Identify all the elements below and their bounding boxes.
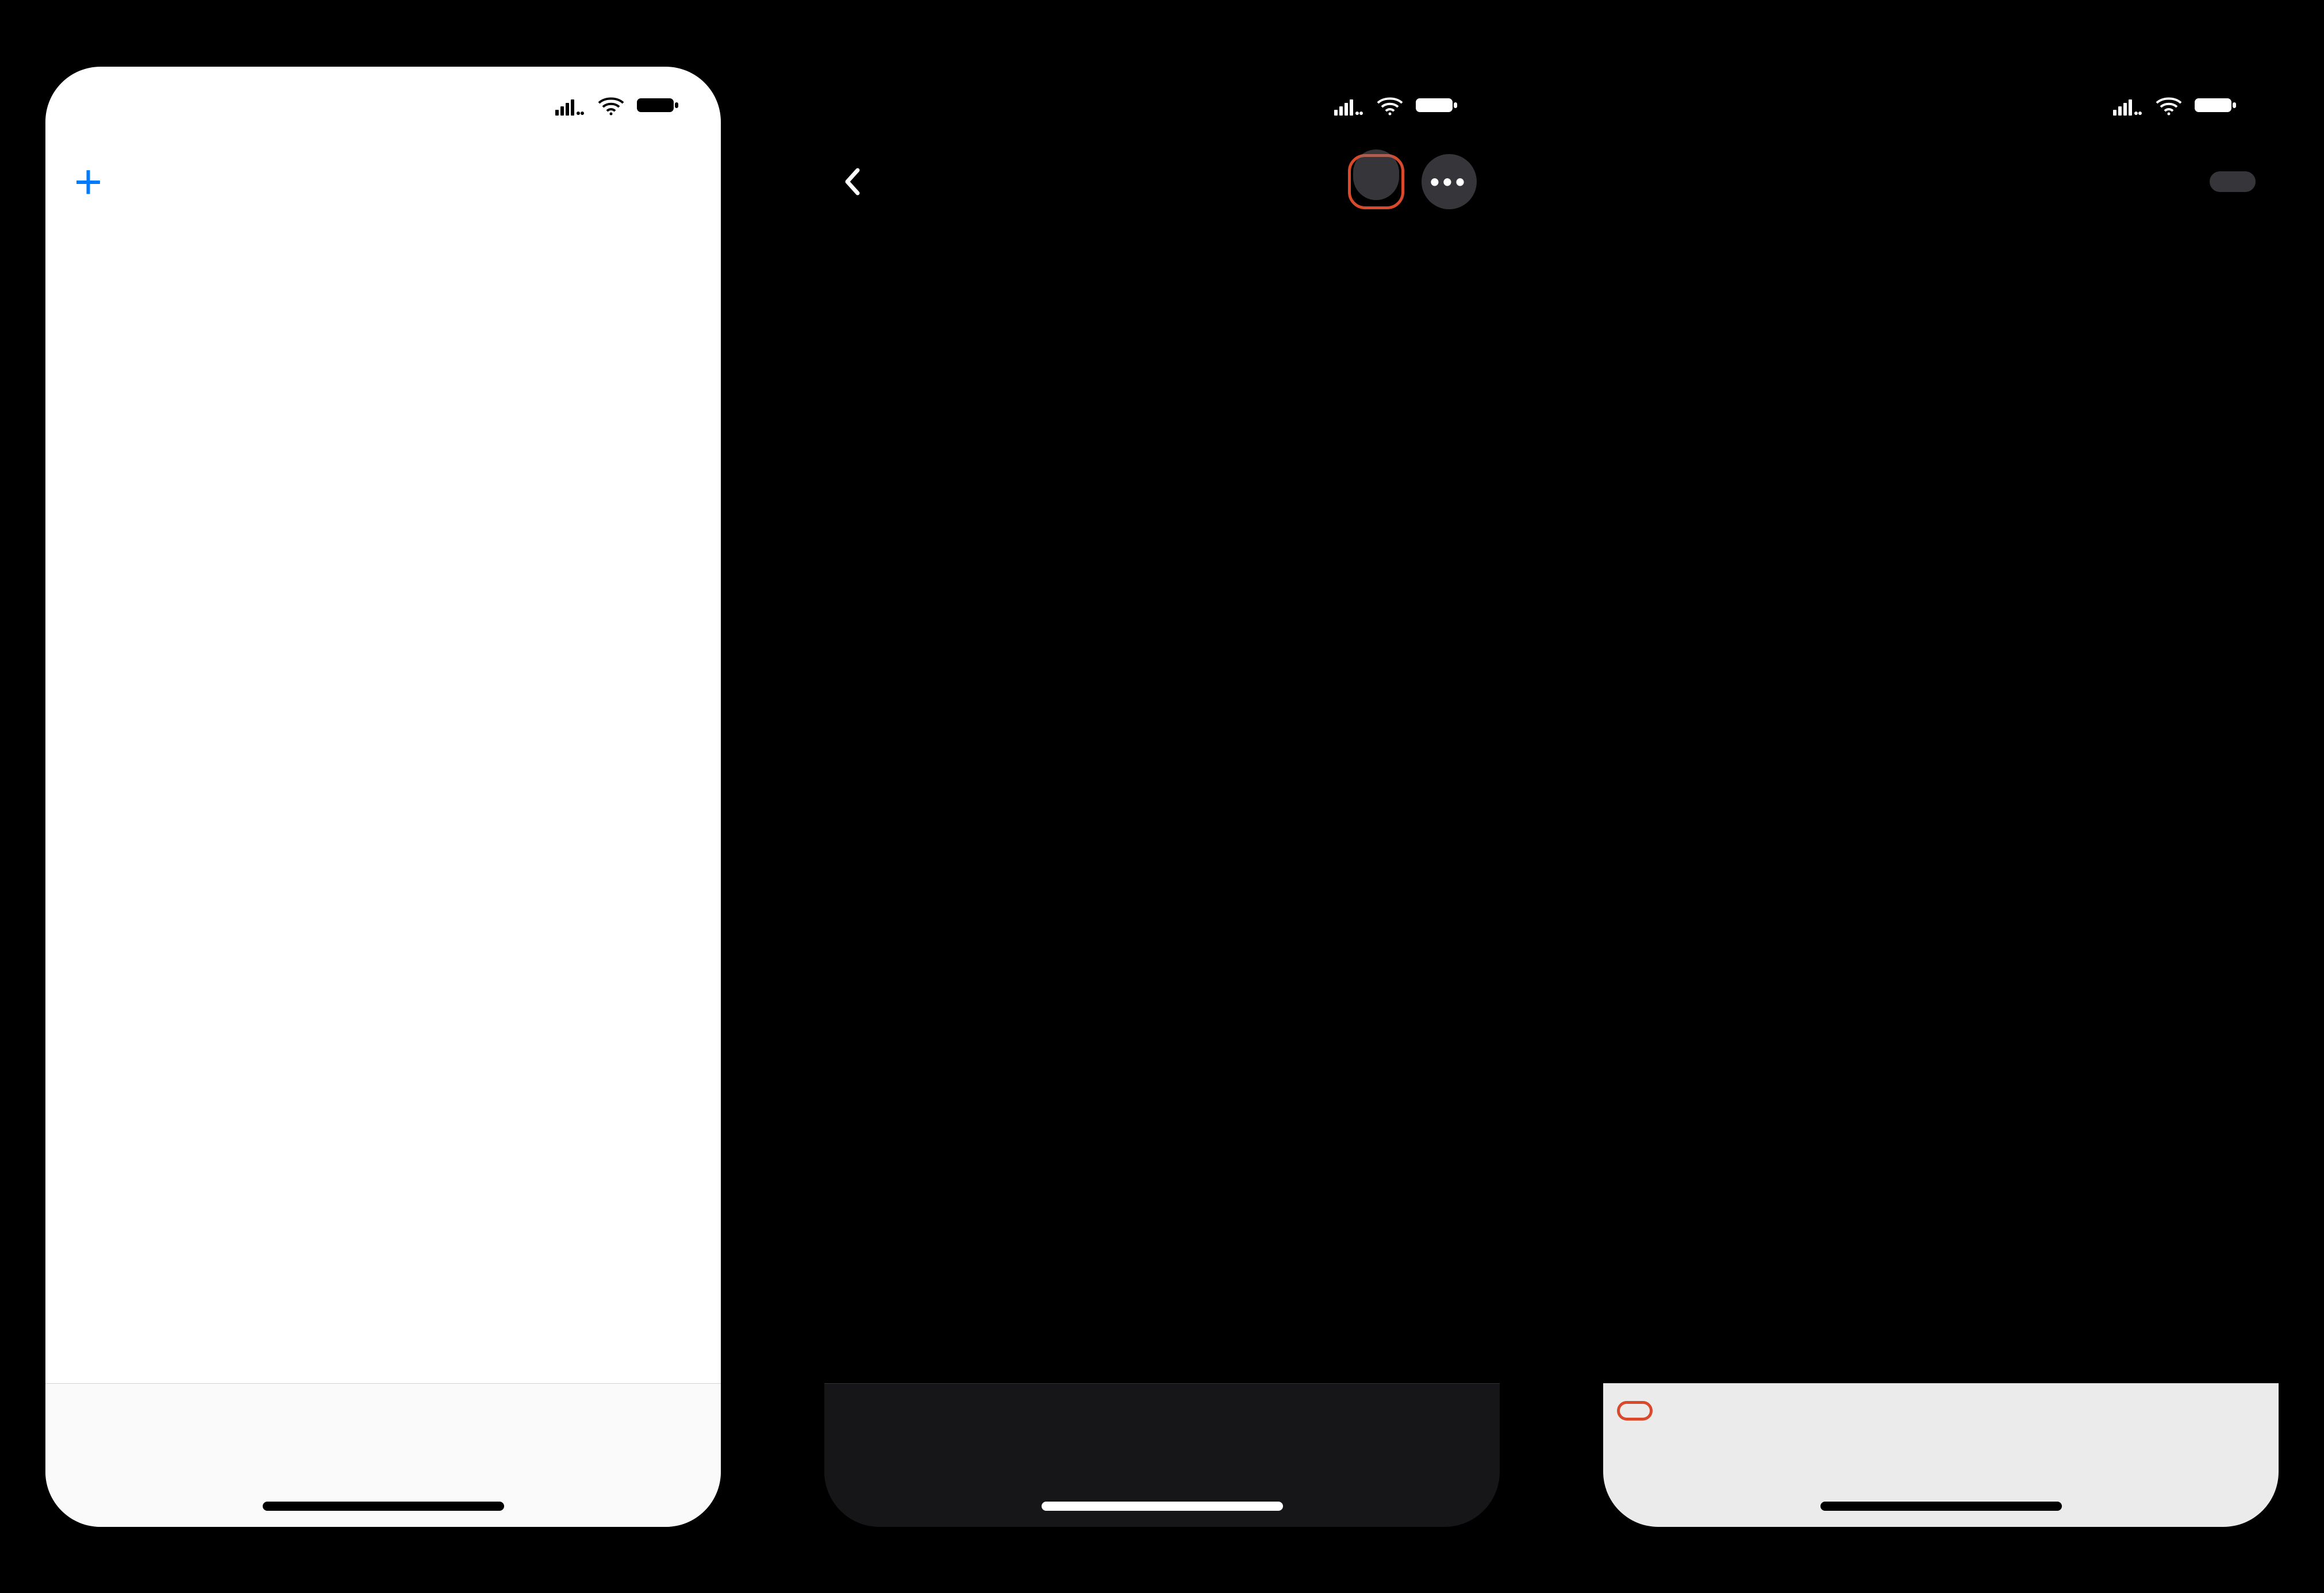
- nav-bar: +: [45, 144, 721, 219]
- nav-bar: •••: [824, 144, 1500, 219]
- status-bar: [1603, 67, 2279, 144]
- dual-sim-icon: [2113, 95, 2144, 116]
- more-button[interactable]: •••: [1422, 154, 1477, 209]
- highlight-select: [1348, 154, 1404, 209]
- albums-scroll[interactable]: [45, 219, 721, 1383]
- wifi-icon: [1376, 95, 1404, 116]
- select-button[interactable]: [1353, 149, 1399, 200]
- battery-icon: [2194, 95, 2238, 116]
- dual-sim-icon: [555, 95, 586, 116]
- back-button[interactable]: [842, 167, 868, 197]
- battery-icon: [636, 95, 681, 116]
- battery-icon: [1415, 95, 1459, 116]
- status-bar: [824, 67, 1500, 144]
- home-indicator[interactable]: [1042, 1502, 1283, 1511]
- add-button[interactable]: +: [74, 158, 102, 206]
- wifi-icon: [2154, 95, 2183, 116]
- dual-sim-icon: [1334, 95, 1365, 116]
- ellipsis-icon: •••: [1430, 166, 1468, 197]
- status-bar: [45, 67, 721, 144]
- wifi-icon: [597, 95, 625, 116]
- home-indicator[interactable]: [263, 1502, 504, 1511]
- screen-recently-deleted: •••: [824, 67, 1500, 1527]
- home-indicator[interactable]: [1820, 1502, 2062, 1511]
- page-title: [1603, 219, 2279, 236]
- nav-bar: [1603, 144, 2279, 219]
- highlight-delete-all: [1617, 1401, 1653, 1421]
- cancel-button[interactable]: [2210, 171, 2256, 192]
- screen-select-mode: [1603, 67, 2279, 1527]
- chevron-left-icon: [842, 167, 862, 197]
- screen-albums-list: +: [45, 67, 721, 1527]
- page-title: [824, 219, 1500, 236]
